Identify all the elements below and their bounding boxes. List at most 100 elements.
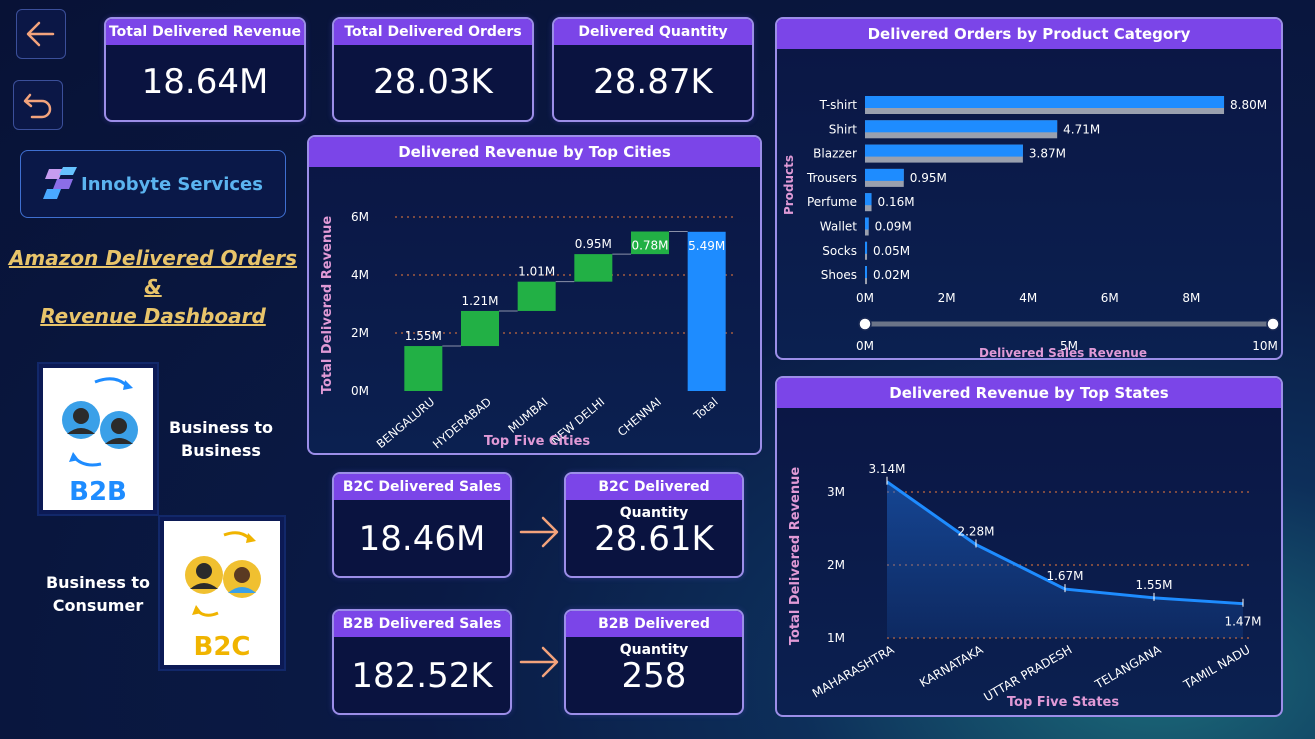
range-slider-max-handle[interactable]: [1266, 317, 1280, 331]
kpi-value: 18.64M: [141, 62, 269, 102]
y-axis-title: Total Delivered Revenue: [320, 216, 335, 395]
data-label: 8.80M: [1230, 98, 1267, 112]
products-chart-title: Delivered Orders by Product Category: [777, 19, 1281, 49]
b2b-badge: B2B: [69, 477, 127, 507]
kpi-label: Total Delivered Orders: [334, 19, 532, 45]
y-axis-title: Products: [782, 155, 796, 215]
data-label: 0.05M: [873, 244, 910, 258]
x-tick-label: Total: [690, 395, 720, 424]
waterfall-bar: [461, 310, 499, 347]
category-label: Socks: [822, 244, 857, 258]
data-label: 1.67M: [1046, 569, 1083, 583]
data-label: 1.47M: [1224, 615, 1261, 629]
x-tick-label: MAHARASHTRA: [810, 642, 897, 700]
y-tick-label: 4M: [351, 268, 369, 282]
category-label: T-shirt: [819, 98, 858, 112]
products-chart: T-shirt 8.80M Shirt 4.71M Blazzer 3.87M Trouse…: [782, 96, 1280, 358]
arrow-right-icon: [519, 516, 559, 548]
kpi-label: B2B Delivered Quantity: [566, 611, 742, 658]
arrow-left-icon: [26, 21, 55, 47]
kpi-label: B2B Delivered Sales: [334, 611, 510, 637]
b2c-people-icon: B2C: [185, 531, 261, 662]
product-bar: [865, 168, 904, 181]
logo-mark-icon: [43, 167, 78, 199]
x-tick-label: 4M: [1019, 291, 1037, 305]
product-bar: [865, 144, 1023, 157]
product-bar: [865, 96, 1225, 108]
states-chart-panel: Delivered Revenue by Top States 1M 2M 3M 3.…: [775, 376, 1283, 717]
slider-min-label: 0M: [856, 339, 874, 353]
b2c-label-line1: Business to: [45, 573, 151, 592]
kpi-value: 28.03K: [373, 62, 493, 102]
x-tick-label: 8M: [1182, 291, 1200, 305]
states-chart-title: Delivered Revenue by Top States: [777, 378, 1281, 408]
slider-max-label: 10M: [1252, 339, 1278, 353]
dashboard-title-line2: Revenue Dashboard: [40, 304, 266, 328]
x-tick-label: BENGALURU: [374, 395, 438, 451]
data-label: 0.02M: [873, 268, 910, 282]
x-tick-label: CHENNAI: [615, 395, 664, 439]
kpi-value: 28.61K: [594, 519, 714, 559]
category-label: Blazzer: [813, 147, 857, 161]
x-tick-label: 0M: [856, 291, 874, 305]
range-slider-min-handle[interactable]: [858, 317, 872, 331]
data-label: 0.16M: [878, 195, 915, 209]
data-label: 1.55M: [1135, 578, 1172, 592]
data-label: 4.71M: [1063, 122, 1100, 136]
kpi-label: Total Delivered Revenue: [106, 19, 304, 45]
y-tick-label: 2M: [827, 558, 845, 572]
waterfall-bar: [404, 346, 443, 391]
data-label: 3.14M: [868, 462, 905, 476]
reset-button[interactable]: [13, 80, 63, 130]
b2c-label: Business to Consumer: [40, 571, 156, 617]
x-tick-label: 2M: [938, 291, 956, 305]
b2c-badge: B2C: [194, 632, 251, 662]
back-button[interactable]: [16, 9, 66, 59]
kpi-value: 28.87K: [593, 62, 713, 102]
b2c-illustration[interactable]: B2C: [160, 517, 284, 669]
x-axis-title: Top Five Cities: [484, 434, 591, 449]
data-label: 0.95M: [575, 237, 612, 251]
b2c-label-line2: Consumer: [52, 596, 144, 615]
dashboard-title: Amazon Delivered Orders & Revenue Dashbo…: [0, 244, 306, 331]
kpi-b2c-sales: B2C Delivered Sales 18.46M: [332, 472, 512, 578]
cities-chart-panel: Delivered Revenue by Top Cities 0M 2M 4M 6M…: [307, 135, 762, 455]
product-bar: [865, 241, 868, 254]
x-tick-label: TAMIL NADU: [1180, 642, 1252, 692]
kpi-total-revenue: Total Delivered Revenue 18.64M: [104, 17, 306, 122]
data-label: 3.87M: [1029, 147, 1066, 161]
y-tick-label: 1M: [827, 631, 845, 645]
data-label: 0.09M: [875, 220, 912, 234]
y-axis-title: Total Delivered Revenue: [788, 467, 803, 646]
y-tick-label: 2M: [351, 326, 369, 340]
kpi-label: Delivered Quantity: [554, 19, 752, 45]
waterfall-bar: [574, 254, 613, 282]
waterfall-bar: [517, 281, 556, 311]
area-fill: [887, 481, 1243, 638]
data-label: 0.78M: [631, 239, 668, 253]
undo-icon: [23, 93, 52, 119]
kpi-delivered-quantity: Delivered Quantity 28.87K: [552, 17, 754, 122]
b2b-label: Business to Business: [165, 416, 277, 462]
data-label: 0.95M: [910, 171, 947, 185]
product-bar: [865, 193, 872, 206]
y-tick-label: 3M: [827, 485, 845, 499]
data-label: 1.55M: [405, 329, 442, 343]
x-axis-title: Delivered Sales Revenue: [979, 346, 1147, 358]
cities-chart: 0M2M4M6M1.55MBENGALURU1.21MHYDERABAD1.01…: [320, 210, 735, 451]
brand-logo: Innobyte Services: [20, 150, 286, 218]
x-tick-label: TELANGANA: [1092, 642, 1164, 692]
product-bar: [865, 120, 1058, 133]
kpi-value: 258: [621, 656, 687, 696]
kpi-b2b-sales: B2B Delivered Sales 182.52K: [332, 609, 512, 715]
waterfall-bar: [687, 231, 726, 391]
b2b-illustration[interactable]: B2B: [39, 364, 157, 514]
b2b-people-icon: B2B: [62, 377, 138, 507]
x-tick-label: KARNATAKA: [917, 642, 986, 690]
b2b-label-line1: Business to: [168, 418, 274, 437]
category-label: Wallet: [820, 220, 858, 234]
kpi-b2c-quantity: B2C Delivered Quantity 28.61K: [564, 472, 744, 578]
category-label: Trousers: [806, 171, 857, 185]
category-label: Perfume: [807, 195, 857, 209]
data-label: 2.28M: [957, 525, 994, 539]
